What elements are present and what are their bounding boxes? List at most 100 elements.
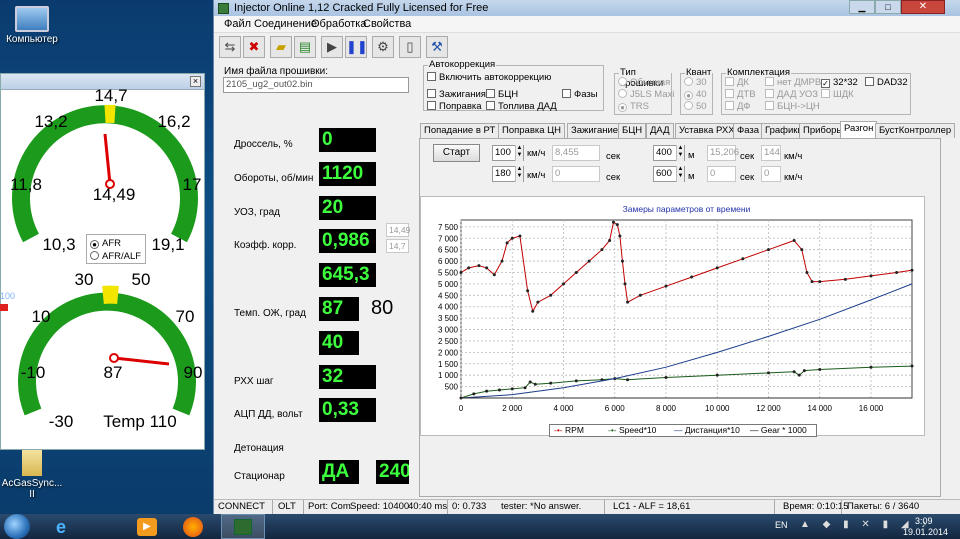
tab-dad[interactable]: ДАД <box>646 123 674 138</box>
pause-icon[interactable]: ❚❚ <box>345 36 368 58</box>
desktop-icon-acgassync[interactable]: AcGasSync... II <box>0 450 64 500</box>
afr-radio[interactable]: ● AFR <box>90 238 121 249</box>
speed-target-1-spinner[interactable]: ▲ ▼ <box>515 145 523 161</box>
rpm-label: Обороты, об/мин <box>234 173 314 184</box>
speed-target-2-spinner[interactable]: ▲ ▼ <box>515 166 523 182</box>
time-unit: сек <box>606 151 621 162</box>
clipboard-icon[interactable]: ▯ <box>399 36 421 58</box>
media-player-icon[interactable]: ▶ <box>137 518 157 536</box>
phases-checkbox[interactable]: Фазы <box>562 89 598 100</box>
minimize-button[interactable]: ▁ <box>849 0 875 14</box>
y-tick-label: 5 500 <box>438 268 459 277</box>
rxx-value: 32 <box>319 365 376 389</box>
series-point-0 <box>620 259 624 263</box>
enable-autocorrection-checkbox[interactable]: Включить автокоррекцию <box>427 72 551 83</box>
status-tester: tester: *No answer. <box>501 501 582 512</box>
distance-target-1-spinner[interactable]: ▲ ▼ <box>676 145 684 161</box>
config-group: Комплектация ДК нет ДМРВ ✓ 32*32 DAD32 ДТ… <box>721 67 911 115</box>
quant-radio-30[interactable]: 30 <box>684 77 707 88</box>
fw-type-radio-j5ls[interactable]: J5LS Maxi <box>618 89 674 100</box>
tab-bcn[interactable]: БЦН <box>618 123 647 138</box>
y-tick-label: 2 000 <box>438 348 459 357</box>
fuel-dad-checkbox[interactable]: Топлива ДАД <box>486 101 557 112</box>
series-point-1 <box>802 369 806 373</box>
desktop-icon-label: AcGasSync... II <box>1 478 63 500</box>
tab-boost-controller[interactable]: БустКонтроллер <box>875 123 956 138</box>
desktop-icon-computer[interactable]: Компьютер <box>0 6 64 45</box>
series-point-0 <box>536 300 540 304</box>
config-bcn-cn-checkbox[interactable]: БЦН->ЦН <box>765 101 820 112</box>
close-icon[interactable]: × <box>190 76 201 87</box>
clock-date[interactable]: 19.01.2014 <box>903 527 948 537</box>
coeff-side-1: 14,49 <box>386 223 410 237</box>
close-button[interactable]: ✕ <box>901 0 945 14</box>
ie-icon[interactable]: e <box>50 517 72 537</box>
chart-title: Замеры параметров от времени <box>623 204 751 214</box>
y-tick-label: 3 500 <box>438 314 459 323</box>
tool-icon[interactable]: ⚒ <box>426 36 448 58</box>
series-point-0 <box>485 266 489 270</box>
connect-icon[interactable]: ⇆ <box>219 36 241 58</box>
distance-unit: м <box>688 150 695 161</box>
bcn-checkbox[interactable]: БЦН <box>486 89 518 100</box>
menu-file[interactable]: Файл <box>224 18 251 30</box>
config-dk-checkbox[interactable]: ДК <box>725 77 749 88</box>
taskbar-app-injector[interactable] <box>221 514 265 539</box>
firmware-file-field[interactable]: 2105_ug2_out02.bin <box>223 77 409 93</box>
chart-legend: -•- RPM -•- Speed*10 — Дистанция*10 — Ge… <box>549 424 817 437</box>
temp-tick: 70 <box>175 307 195 326</box>
config-32x32-checkbox[interactable]: ✓ 32*32 <box>821 77 858 88</box>
maximize-button[interactable]: □ <box>875 0 901 14</box>
menu-properties[interactable]: Свойства <box>363 18 411 30</box>
afr-alf-radio[interactable]: AFR/ALF <box>90 251 141 262</box>
rpm-value: 1120 <box>319 162 376 186</box>
tab-rxx-setpoint[interactable]: Уставка РХХ <box>675 123 739 138</box>
y-tick-label: 5 000 <box>438 280 459 289</box>
fw-type-radio-normal[interactable]: Обычная <box>618 77 670 88</box>
tab-rt-hit[interactable]: Попадание в РТ <box>420 123 500 138</box>
distance-target-2-spinner[interactable]: ▲ ▼ <box>676 166 684 182</box>
firefox-icon[interactable] <box>183 517 203 537</box>
tab-phase[interactable]: Фаза <box>733 123 764 138</box>
start-button[interactable]: Старт <box>433 144 480 162</box>
config-shdk-checkbox[interactable]: ШДК <box>821 89 854 100</box>
series-point-1 <box>510 387 514 391</box>
open-folder-icon[interactable]: ▰ <box>270 36 292 58</box>
config-dad32-checkbox[interactable]: DAD32 <box>865 77 908 88</box>
disconnect-icon[interactable]: ✖ <box>243 36 265 58</box>
quant-radio-50[interactable]: 50 <box>684 101 707 112</box>
menu-connection[interactable]: Соединение <box>254 18 317 30</box>
status-packets: Пакеты: 6 / 3640 <box>847 501 920 512</box>
ignition-checkbox[interactable]: Зажигания <box>427 89 486 100</box>
series-point-0 <box>895 270 899 274</box>
temp-needle-hub <box>109 353 119 363</box>
correction-checkbox[interactable]: Поправка <box>427 101 482 112</box>
config-dad-uoz-checkbox[interactable]: ДАД УОЗ <box>765 89 818 100</box>
desktop-icon-label: Компьютер <box>6 34 58 45</box>
clock-time[interactable]: 3:09 <box>915 516 933 526</box>
fw-type-radio-trs[interactable]: ● TRS <box>618 101 649 112</box>
engine-icon[interactable]: ⚙ <box>372 36 394 58</box>
series-point-0 <box>910 268 914 272</box>
config-df-checkbox[interactable]: ДФ <box>725 101 750 112</box>
language-indicator[interactable]: EN <box>775 520 788 530</box>
coolant-temp-2-value: 40 <box>319 331 359 355</box>
toolbar: ⇆ ✖ ▰ ▤ ▶ ❚❚ ⚙ ▯ ⚒ <box>214 33 960 59</box>
tab-acceleration[interactable]: Разгон <box>840 121 878 138</box>
save-icon[interactable]: ▤ <box>294 36 316 58</box>
quant-radio-40[interactable]: ● 40 <box>684 89 707 100</box>
tab-ignition[interactable]: Зажигание <box>567 123 623 138</box>
temp-tick: 10 <box>31 307 51 326</box>
coeff-side-2: 14,7 <box>386 239 409 253</box>
play-icon[interactable]: ▶ <box>321 36 343 58</box>
status-time: Время: 0:10:15 <box>783 501 849 512</box>
quant-group: Квант 30 ● 40 50 <box>680 67 713 115</box>
folder-icon <box>22 450 42 476</box>
temp-label: Temp 110 <box>103 412 177 431</box>
config-no-dmrv-checkbox[interactable]: нет ДМРВ <box>765 77 821 88</box>
tab-cn-correction[interactable]: Поправка ЦН <box>498 123 566 138</box>
menu-processing[interactable]: Обработка <box>311 18 366 30</box>
start-orb-icon[interactable] <box>4 514 30 539</box>
afr-tick: 14,7 <box>94 86 128 105</box>
config-dtv-checkbox[interactable]: ДТВ <box>725 89 756 100</box>
